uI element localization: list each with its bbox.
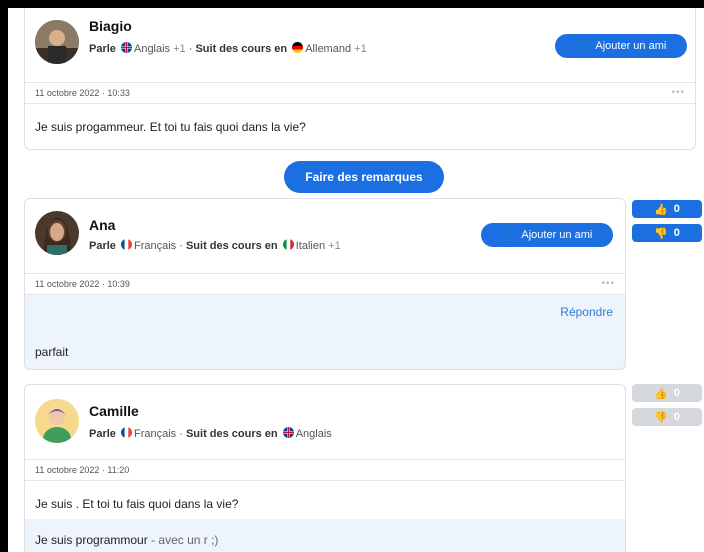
france-flag-icon <box>120 239 132 250</box>
like-button[interactable]: 👍 0 <box>632 200 702 218</box>
learning-language: Anglais <box>295 428 332 440</box>
speaks-language: Français <box>133 240 177 252</box>
user-name[interactable]: Ana <box>89 217 115 233</box>
timestamp: 11 octobre 2022 · 10:39 <box>35 279 130 289</box>
correction-section: Je suis programmour - avec un r ;) <box>25 519 625 552</box>
user-languages: Parle Français · Suit des cours en Itali… <box>89 239 341 252</box>
message-text: Je suis progammeur. Et toi tu fais quoi … <box>35 120 306 134</box>
timestamp: 11 octobre 2022 · 10:33 <box>35 88 130 98</box>
more-options-icon[interactable]: ••• <box>671 83 685 103</box>
avatar[interactable] <box>35 211 79 255</box>
learning-label: Suit des cours en <box>195 43 288 55</box>
reply-link[interactable]: Répondre <box>560 305 613 319</box>
italy-flag-icon <box>282 239 294 250</box>
learning-language: Italien <box>295 240 326 252</box>
germany-flag-icon <box>292 42 304 53</box>
dislike-count: 0 <box>673 227 680 239</box>
learning-label: Suit des cours en <box>185 240 278 252</box>
dislike-button[interactable]: 👎 0 <box>632 408 702 426</box>
more-options-icon[interactable]: ••• <box>601 274 615 294</box>
speaks-extra: +1 <box>173 43 186 55</box>
timestamp: 11 octobre 2022 · 11:20 <box>35 465 130 475</box>
france-flag-icon <box>120 427 132 438</box>
message-text: parfait <box>35 345 69 359</box>
post-card-biagio: Biagio Parle Anglais +1 · Suit des cours… <box>24 8 696 150</box>
dislike-button[interactable]: 👎 0 <box>632 224 702 242</box>
message-text: Je suis . Et toi tu fais quoi dans la vi… <box>35 497 239 511</box>
user-name[interactable]: Camille <box>89 403 139 419</box>
correction-text: Je suis programmour - avec un r ;) <box>35 533 218 547</box>
speaks-language: Français <box>133 428 177 440</box>
user-languages: Parle Anglais +1 · Suit des cours en All… <box>89 42 367 55</box>
user-name[interactable]: Biagio <box>89 18 132 34</box>
add-user-icon: 👤 <box>501 229 516 242</box>
thumbs-down-icon: 👎 <box>654 227 668 240</box>
add-friend-label: Ajouter un ami <box>595 40 667 52</box>
feed: Biagio Parle Anglais +1 · Suit des cours… <box>8 8 704 552</box>
uk-flag-icon <box>120 42 132 53</box>
add-user-icon: 👤 <box>575 40 590 53</box>
thumbs-down-icon: 👎 <box>654 411 668 424</box>
correction-main: Je suis programmour <box>35 533 148 547</box>
thumbs-up-icon: 👍 <box>654 203 668 216</box>
add-friend-button[interactable]: 👤 Ajouter un ami <box>481 223 613 247</box>
like-count: 0 <box>673 387 680 399</box>
reply-section: Répondre parfait <box>25 295 625 369</box>
correction-note: - avec un r ;) <box>151 533 219 547</box>
dislike-count: 0 <box>673 411 680 423</box>
like-button[interactable]: 👍 0 <box>632 384 702 402</box>
learning-language: Allemand <box>305 43 352 55</box>
timestamp-row: 11 octobre 2022 · 10:39 ••• <box>25 273 625 295</box>
feedback-button[interactable]: Faire des remarques <box>284 161 444 193</box>
uk-flag-icon <box>282 427 294 438</box>
avatar[interactable] <box>35 399 79 443</box>
post-card-ana: Ana Parle Français · Suit des cours en I… <box>24 198 626 370</box>
speaks-language: Anglais <box>133 43 171 55</box>
like-count: 0 <box>673 203 680 215</box>
timestamp-row: 11 octobre 2022 · 11:20 <box>25 459 625 481</box>
timestamp-row: 11 octobre 2022 · 10:33 ••• <box>25 82 695 104</box>
add-friend-label: Ajouter un ami <box>521 229 593 241</box>
user-languages: Parle Français · Suit des cours en Angla… <box>89 427 332 440</box>
learning-extra: +1 <box>328 240 341 252</box>
speaks-label: Parle <box>89 43 116 55</box>
thumbs-up-icon: 👍 <box>654 387 668 400</box>
avatar[interactable] <box>35 20 79 64</box>
speaks-label: Parle <box>89 240 116 252</box>
learning-label: Suit des cours en <box>185 428 278 440</box>
learning-extra: +1 <box>354 43 367 55</box>
speaks-label: Parle <box>89 428 116 440</box>
post-card-camille: Camille Parle Français · Suit des cours … <box>24 384 626 552</box>
add-friend-button[interactable]: 👤 Ajouter un ami <box>555 34 687 58</box>
